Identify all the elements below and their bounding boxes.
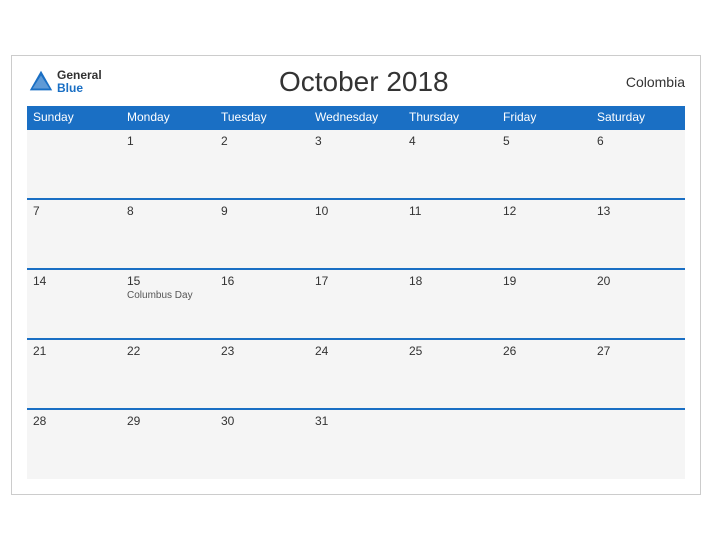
calendar-day-cell: 24 [309, 339, 403, 409]
calendar-day-cell: 14 [27, 269, 121, 339]
day-number: 14 [33, 274, 115, 288]
calendar-container: General Blue October 2018 Colombia Sunda… [11, 55, 701, 495]
day-number: 28 [33, 414, 115, 428]
calendar-day-cell: 27 [591, 339, 685, 409]
calendar-table: Sunday Monday Tuesday Wednesday Thursday… [27, 106, 685, 479]
calendar-day-cell: 1 [121, 129, 215, 199]
calendar-day-cell: 5 [497, 129, 591, 199]
header-tuesday: Tuesday [215, 106, 309, 129]
header-saturday: Saturday [591, 106, 685, 129]
calendar-day-cell: 30 [215, 409, 309, 479]
calendar-week-row: 28 29 30 31 [27, 409, 685, 479]
calendar-week-row: 789 10 11 12 13 [27, 199, 685, 269]
calendar-day-cell: 20 [591, 269, 685, 339]
calendar-day-cell: 11 [403, 199, 497, 269]
day-number: 10 [315, 204, 397, 218]
header-thursday: Thursday [403, 106, 497, 129]
day-number: 16 [221, 274, 303, 288]
day-number: 24 [315, 344, 397, 358]
day-number: 23 [221, 344, 303, 358]
day-number: 11 [409, 204, 491, 218]
calendar-day-cell: 26 [497, 339, 591, 409]
day-number: 15 [127, 274, 209, 288]
calendar-day-cell: 28 [27, 409, 121, 479]
calendar-day-cell: 13 [591, 199, 685, 269]
calendar-day-cell: 15 Columbus Day [121, 269, 215, 339]
day-number: 5 [503, 134, 585, 148]
calendar-week-row: 21 22 23 24 25 26 27 [27, 339, 685, 409]
header-friday: Friday [497, 106, 591, 129]
calendar-day-cell: 16 [215, 269, 309, 339]
calendar-day-cell: 3 [309, 129, 403, 199]
calendar-thead: Sunday Monday Tuesday Wednesday Thursday… [27, 106, 685, 129]
calendar-header: General Blue October 2018 Colombia [27, 66, 685, 98]
day-number: 1 [127, 134, 209, 148]
calendar-day-cell [497, 409, 591, 479]
day-number: 19 [503, 274, 585, 288]
day-number: 9 [221, 204, 303, 218]
event-label: Columbus Day [127, 290, 209, 301]
calendar-day-cell: 17 [309, 269, 403, 339]
calendar-day-cell: 2 [215, 129, 309, 199]
calendar-day-cell: 25 [403, 339, 497, 409]
day-number: 21 [33, 344, 115, 358]
calendar-week-row: 14 15 Columbus Day 16 17 18 19 20 [27, 269, 685, 339]
calendar-day-cell: 10 [309, 199, 403, 269]
calendar-day-cell [591, 409, 685, 479]
calendar-body: 123456789101112131415Columbus Day1617181… [27, 129, 685, 479]
day-number: 29 [127, 414, 209, 428]
calendar-day-cell: 12 [497, 199, 591, 269]
logo-icon [27, 68, 55, 96]
day-number: 7 [33, 204, 115, 218]
calendar-day-cell: 21 [27, 339, 121, 409]
calendar-day-cell: 18 [403, 269, 497, 339]
calendar-day-cell: 31 [309, 409, 403, 479]
day-number: 6 [597, 134, 679, 148]
calendar-day-cell: 4 [403, 129, 497, 199]
calendar-day-cell: 23 [215, 339, 309, 409]
country-label: Colombia [626, 74, 685, 90]
logo: General Blue [27, 68, 102, 96]
day-number: 4 [409, 134, 491, 148]
weekday-header-row: Sunday Monday Tuesday Wednesday Thursday… [27, 106, 685, 129]
calendar-day-cell: 8 [121, 199, 215, 269]
day-number: 2 [221, 134, 303, 148]
header-monday: Monday [121, 106, 215, 129]
day-number: 26 [503, 344, 585, 358]
calendar-day-cell [403, 409, 497, 479]
day-number: 12 [503, 204, 585, 218]
day-number: 20 [597, 274, 679, 288]
day-number: 22 [127, 344, 209, 358]
calendar-day-cell: 22 [121, 339, 215, 409]
day-number: 25 [409, 344, 491, 358]
calendar-day-cell: 7 [27, 199, 121, 269]
day-number: 17 [315, 274, 397, 288]
calendar-day-cell [27, 129, 121, 199]
logo-blue-text: Blue [57, 82, 102, 95]
calendar-title: October 2018 [279, 66, 449, 98]
header-wednesday: Wednesday [309, 106, 403, 129]
day-number: 30 [221, 414, 303, 428]
day-number: 3 [315, 134, 397, 148]
day-number: 8 [127, 204, 209, 218]
day-number: 31 [315, 414, 397, 428]
calendar-week-row: 123456 [27, 129, 685, 199]
calendar-day-cell: 19 [497, 269, 591, 339]
calendar-day-cell: 6 [591, 129, 685, 199]
calendar-day-cell: 9 [215, 199, 309, 269]
day-number: 13 [597, 204, 679, 218]
day-number: 18 [409, 274, 491, 288]
header-sunday: Sunday [27, 106, 121, 129]
day-number: 27 [597, 344, 679, 358]
calendar-day-cell: 29 [121, 409, 215, 479]
